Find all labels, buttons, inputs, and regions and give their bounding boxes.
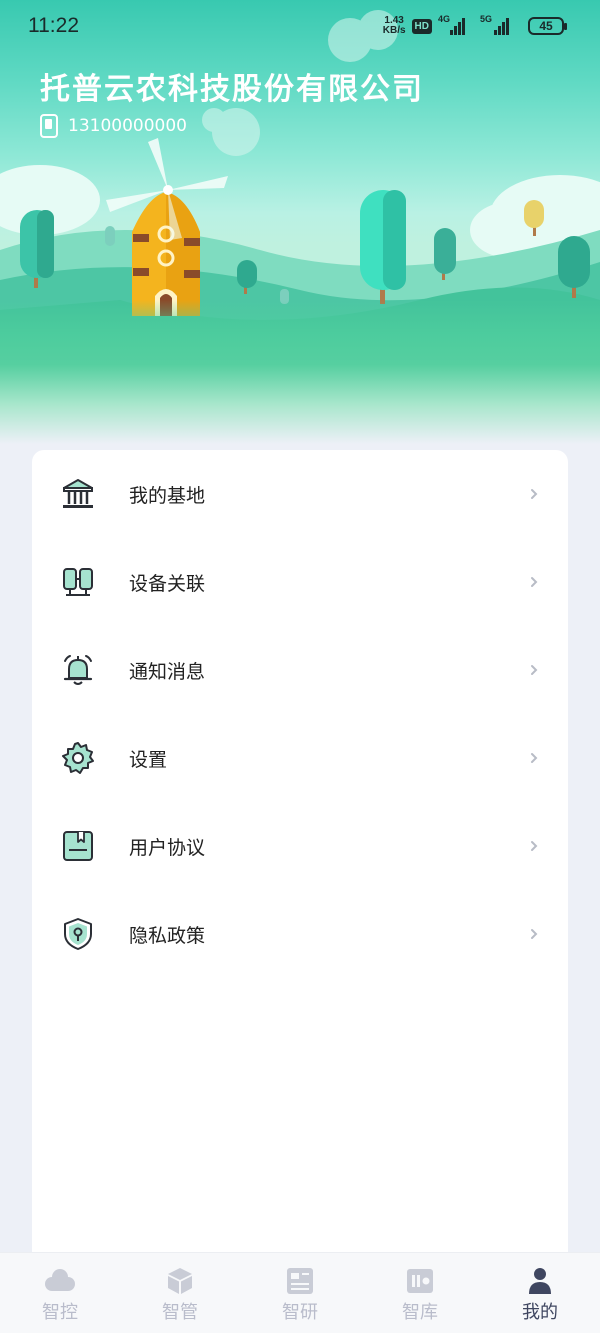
status-indicators: 1.43 KB/s HD 4G 5G 45 [383, 14, 567, 36]
phone-row: 13100000000 [40, 114, 187, 138]
bottom-tab-bar: 智控 智管 智研 智库 我的 [0, 1252, 600, 1333]
hd-badge: HD [411, 18, 432, 34]
chevron-right-icon [531, 841, 538, 851]
tab-label: 智库 [402, 1302, 438, 1323]
status-bar: 11:22 1.43 KB/s HD 4G 5G 45 [0, 0, 600, 56]
chevron-right-icon [531, 577, 538, 587]
signal-5g-label: 5G [480, 14, 493, 24]
library-icon [407, 1269, 433, 1293]
chevron-right-icon [531, 489, 538, 499]
menu-item-device-link[interactable]: 设备关联 [32, 538, 568, 626]
tab-label: 智管 [162, 1302, 198, 1323]
cloud-icon [45, 1269, 75, 1291]
phone-icon [40, 114, 58, 138]
menu-item-label: 设备关联 [129, 572, 206, 595]
menu-item-label: 通知消息 [129, 660, 206, 683]
status-time: 11:22 [28, 14, 79, 37]
menu-item-notifications[interactable]: 通知消息 [32, 626, 568, 714]
bell-icon [63, 655, 93, 685]
tab-label: 智控 [42, 1302, 78, 1323]
menu-item-settings[interactable]: 设置 [32, 714, 568, 802]
building-icon [63, 479, 93, 508]
device-link-icon [63, 568, 93, 596]
battery-icon: 45 [528, 17, 567, 35]
tab-smart-research[interactable]: 智研 [240, 1253, 360, 1333]
tab-smart-library[interactable]: 智库 [360, 1253, 480, 1333]
banner-fade [0, 300, 600, 444]
menu-item-label: 我的基地 [129, 484, 206, 507]
menu-card: 我的基地 设备关联 通知消息 设置 用户协议 隐私政策 [32, 450, 568, 1260]
menu-item-label: 用户协议 [129, 836, 206, 859]
signal-5g-icon: 5G [480, 14, 514, 35]
tab-mine[interactable]: 我的 [480, 1253, 600, 1333]
network-speed: 1.43 KB/s [383, 16, 406, 36]
shield-icon [64, 918, 92, 950]
menu-item-label: 设置 [129, 748, 168, 771]
newspaper-icon [287, 1268, 313, 1294]
user-icon [529, 1268, 551, 1294]
tab-smart-control[interactable]: 智控 [0, 1253, 120, 1333]
chevron-right-icon [531, 753, 538, 763]
menu-item-user-agreement[interactable]: 用户协议 [32, 802, 568, 890]
gear-icon [62, 742, 94, 774]
menu-item-my-base[interactable]: 我的基地 [32, 450, 568, 538]
chevron-right-icon [531, 929, 538, 939]
menu-item-label: 隐私政策 [129, 924, 206, 947]
signal-4g-label: 4G [438, 14, 451, 24]
tab-smart-manage[interactable]: 智管 [120, 1253, 240, 1333]
menu-item-privacy-policy[interactable]: 隐私政策 [32, 890, 568, 978]
tab-label: 智研 [282, 1302, 318, 1323]
signal-4g-icon: 4G [438, 14, 468, 35]
network-speed-unit: KB/s [382, 25, 406, 36]
chevron-right-icon [531, 665, 538, 675]
company-name: 托普云农科技股份有限公司 [40, 72, 424, 107]
phone-number: 13100000000 [68, 116, 187, 136]
cube-icon [168, 1268, 192, 1294]
tab-label: 我的 [522, 1302, 558, 1323]
document-icon [63, 831, 93, 861]
